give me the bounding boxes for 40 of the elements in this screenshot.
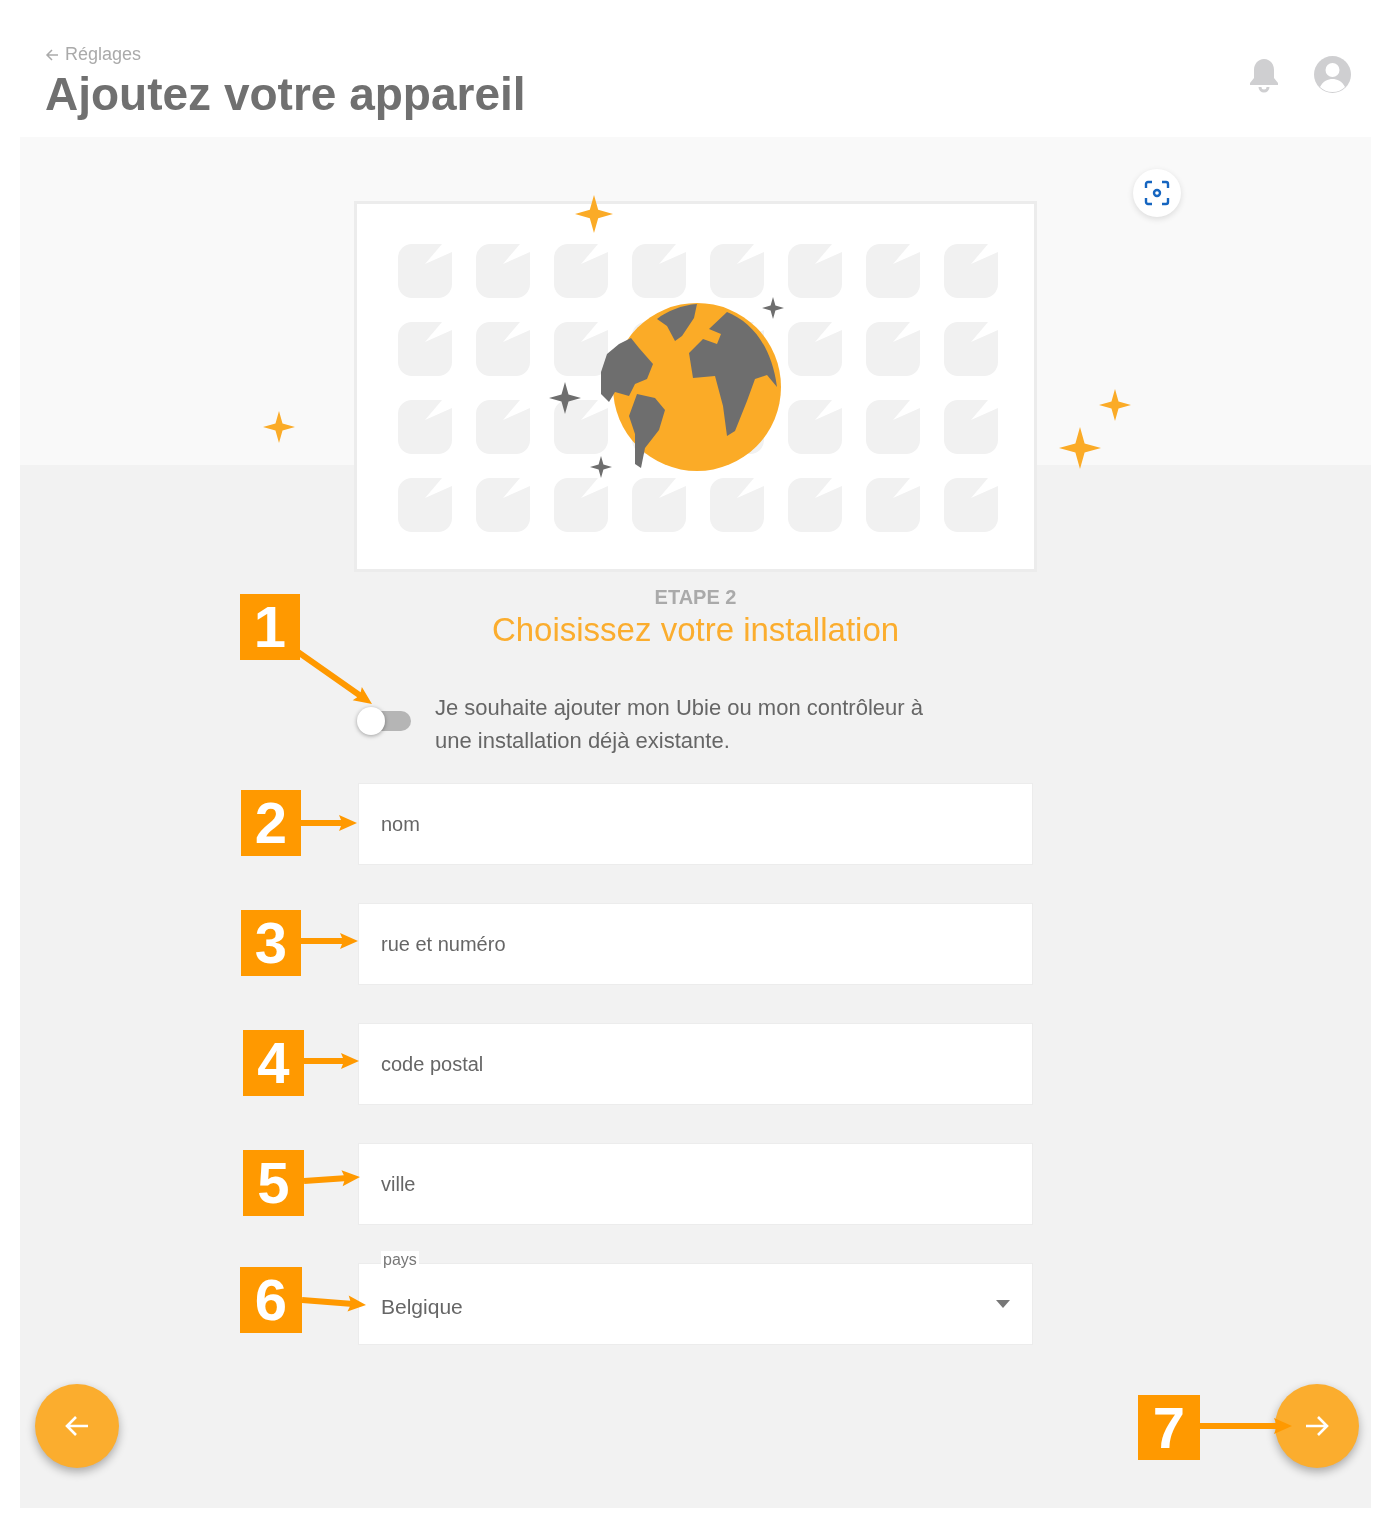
annotation-arrow <box>300 933 358 949</box>
annotation-arrow <box>300 815 357 831</box>
sparkle-icon <box>263 411 295 443</box>
sparkle-icon <box>762 297 784 319</box>
select-value: Belgique <box>381 1294 463 1319</box>
sparkle-icon <box>1099 389 1131 421</box>
user-avatar-icon[interactable] <box>1314 56 1351 93</box>
annotation-number: 7 <box>1138 1395 1200 1460</box>
next-button[interactable] <box>1275 1384 1359 1468</box>
input-field[interactable]: nom <box>358 783 1033 865</box>
sparkle-icon <box>1059 427 1101 469</box>
annotation-number: 3 <box>241 910 301 976</box>
right-arrow-icon <box>1304 1414 1330 1438</box>
sparkle-icon <box>575 195 613 233</box>
sparkle-icon <box>590 456 612 478</box>
input-field[interactable]: code postal <box>358 1023 1033 1105</box>
input-field[interactable]: ville <box>358 1143 1033 1225</box>
annotation-arrow <box>303 1170 360 1187</box>
annotation-number: 6 <box>240 1267 302 1333</box>
annotation-number: 1 <box>240 594 300 660</box>
notifications-icon[interactable] <box>1248 56 1280 93</box>
scan-icon <box>1144 180 1170 206</box>
back-arrow-icon <box>45 47 59 62</box>
sparkle-icon <box>549 382 581 414</box>
globe-icon <box>601 303 781 471</box>
scan-button[interactable] <box>1133 169 1181 217</box>
step-label: ETAPE 2 <box>654 586 737 609</box>
annotation-arrow <box>304 1053 359 1069</box>
input-field[interactable]: rue et numéro <box>358 903 1033 985</box>
step-title: Choisissez votre installation <box>491 611 900 649</box>
back-button[interactable] <box>35 1384 119 1468</box>
annotation-number: 2 <box>241 790 301 856</box>
left-arrow-icon <box>64 1414 90 1438</box>
annotation-number: 5 <box>243 1150 304 1216</box>
annotation-number: 4 <box>243 1030 304 1096</box>
annotation-arrow <box>301 1295 366 1312</box>
page-title: Ajoutez votre appareil <box>45 69 526 120</box>
dropdown-caret-icon <box>996 1300 1010 1308</box>
switch-label: Je souhaite ajouter mon Ubie ou mon contrôleur à une installation déjà existante. <box>435 694 924 755</box>
field-label: pays <box>381 1251 419 1269</box>
